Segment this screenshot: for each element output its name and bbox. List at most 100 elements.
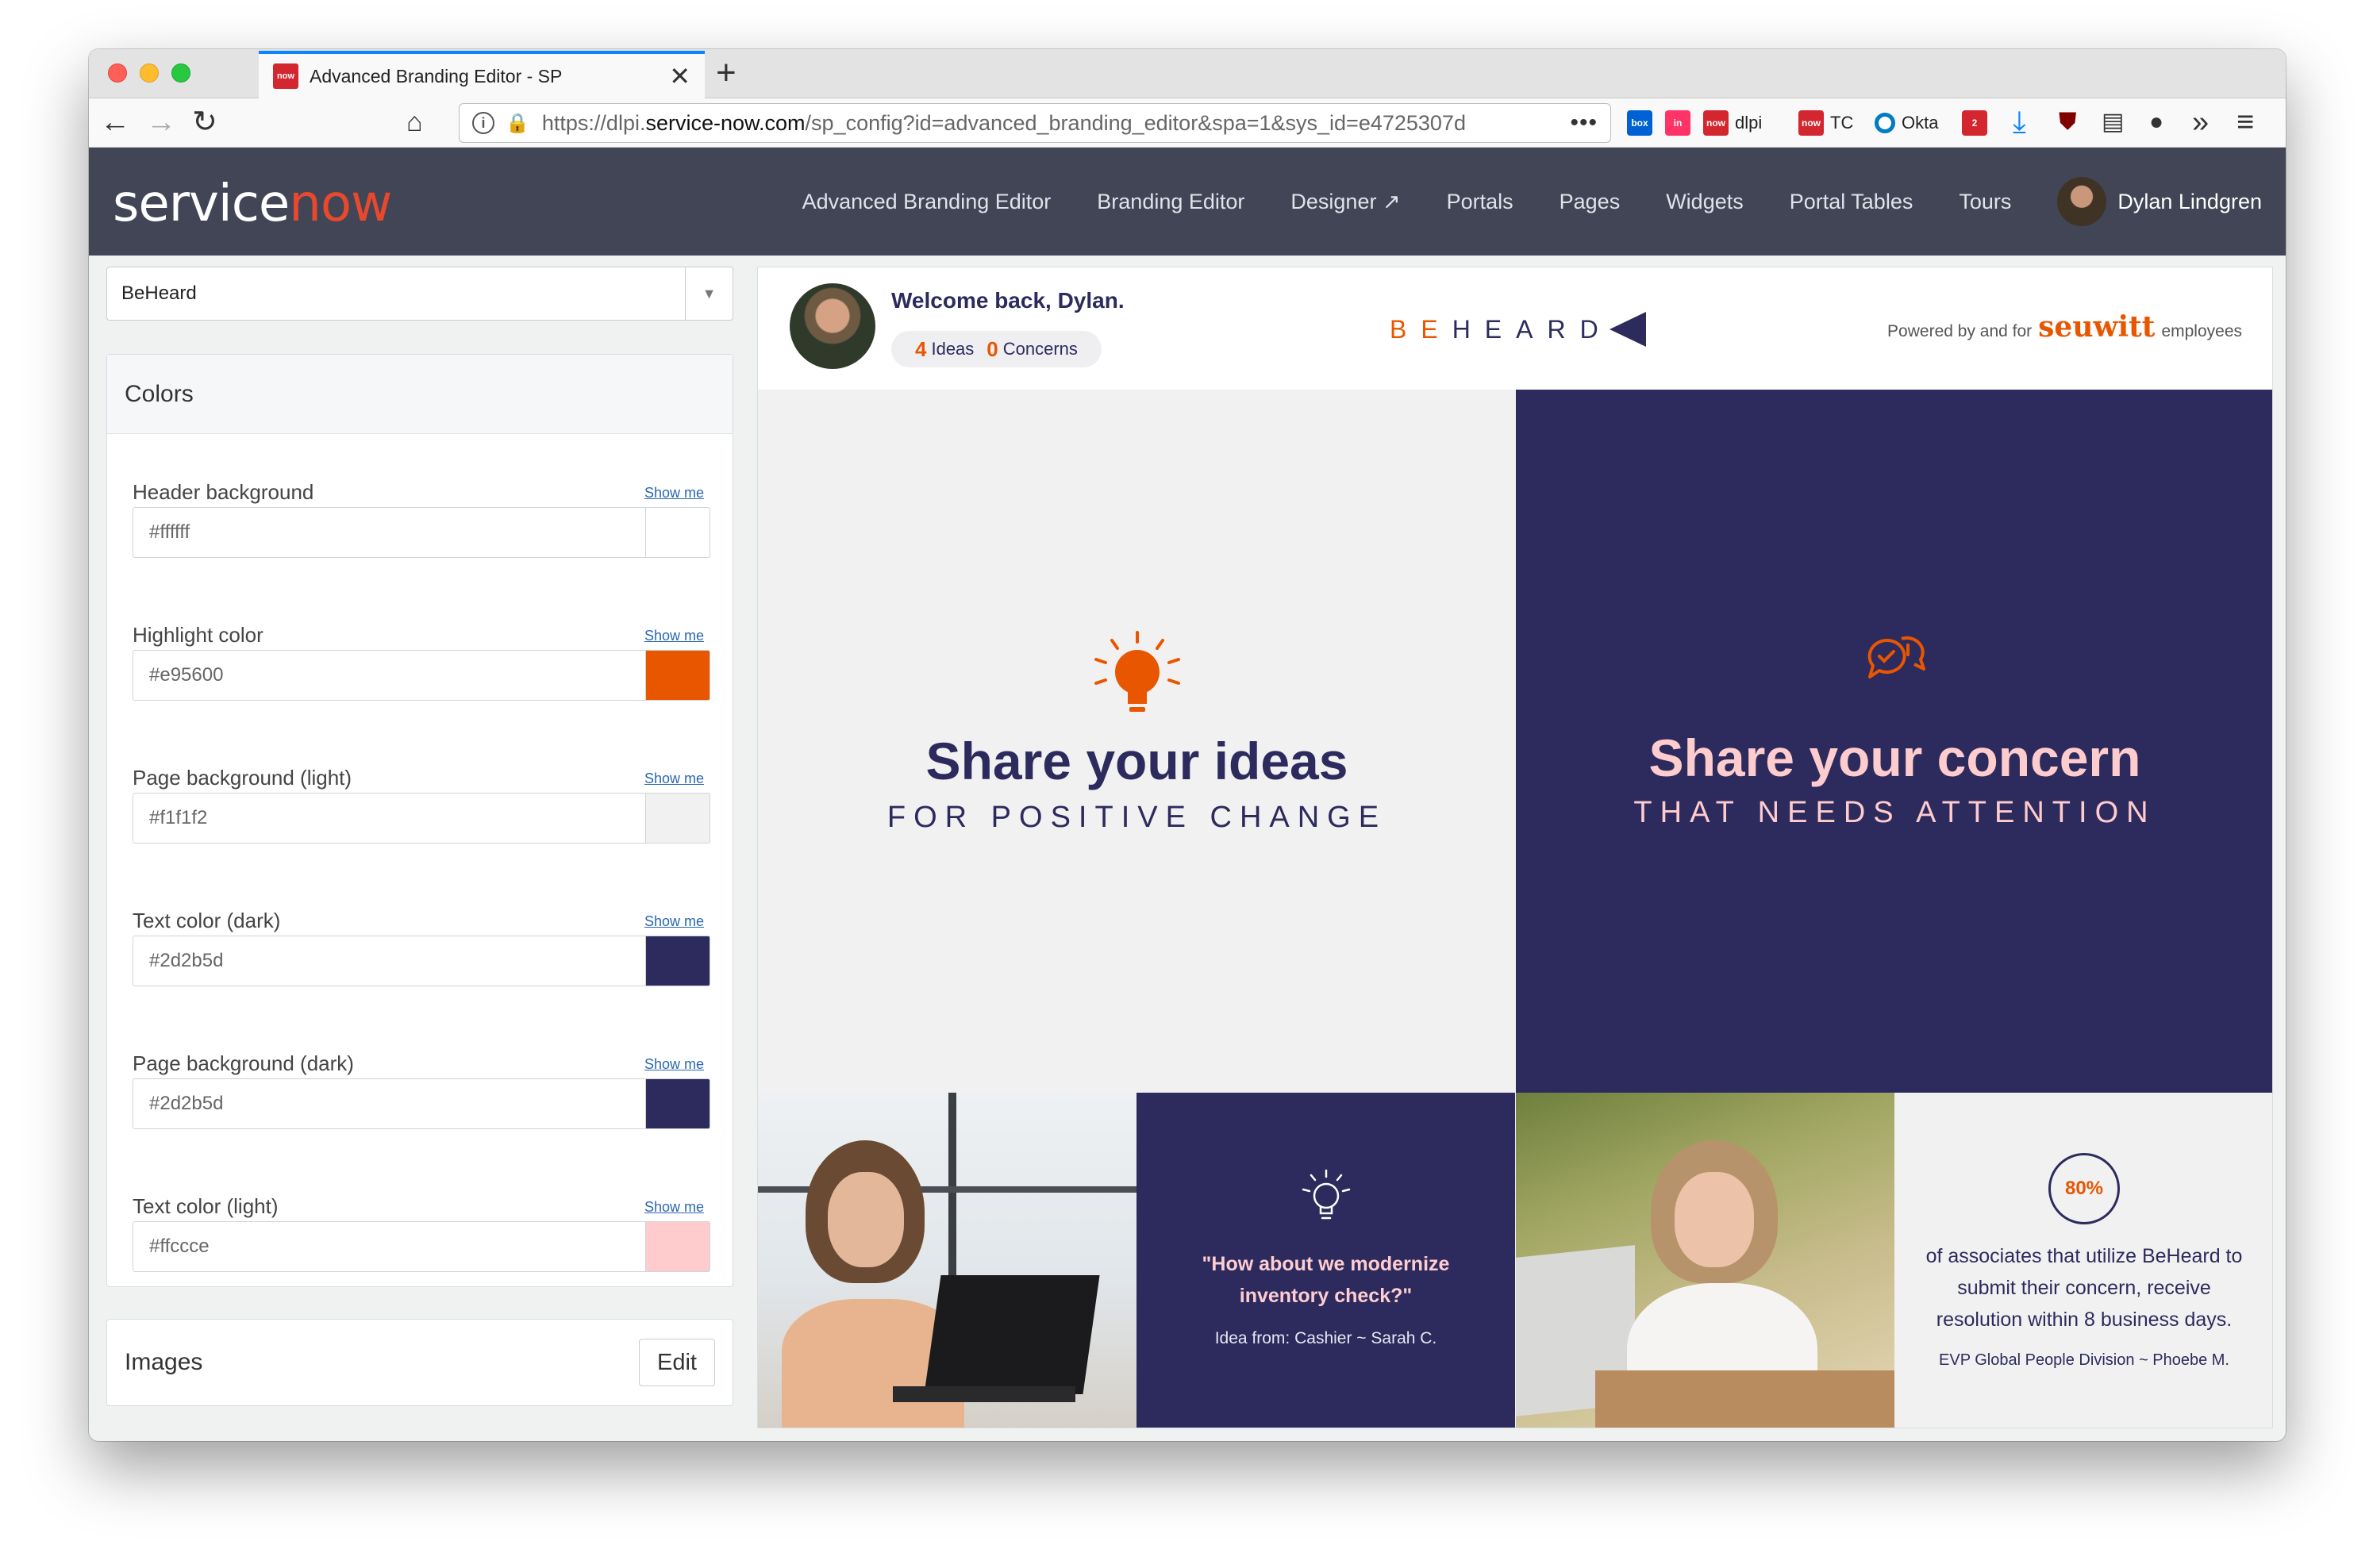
color-label: Highlight color <box>133 623 263 647</box>
show-me-link[interactable]: Show me <box>644 913 704 930</box>
address-bar[interactable]: i 🔒 https://dlpi.service-now.com/sp_conf… <box>459 103 1611 143</box>
close-window-button[interactable] <box>108 63 127 83</box>
servicenow-icon: now <box>1798 110 1824 136</box>
color-label: Text color (light) <box>133 1194 279 1218</box>
color-label: Header background <box>133 480 314 504</box>
show-me-link[interactable]: Show me <box>644 485 704 502</box>
tab-title: Advanced Branding Editor - SP <box>310 65 563 86</box>
tc-bookmark[interactable]: now TC <box>1798 108 1853 138</box>
stat-source: EVP Global People Division ~ Phoebe M. <box>1939 1351 2229 1369</box>
color-value: #ffccce <box>149 1236 210 1257</box>
color-input[interactable]: #2d2b5d <box>133 936 710 986</box>
stat-ring: 80% <box>2048 1153 2120 1224</box>
url-text[interactable]: https://dlpi.service-now.com/sp_config?i… <box>542 111 1558 136</box>
powered-by: Powered by and for seuwitt employees <box>1887 310 2242 344</box>
okta-bookmark[interactable]: Okta <box>1875 108 1938 138</box>
color-swatch[interactable] <box>645 650 710 701</box>
forward-arrow-icon[interactable]: → <box>146 106 176 138</box>
photo-woman-writing <box>1516 1093 1894 1428</box>
idea-quote-tile[interactable]: "How about we modernize inventory check?… <box>1137 1093 1515 1428</box>
photo-woman-laptop <box>758 1093 1137 1428</box>
user-name: Dylan Lindgren <box>2117 189 2262 213</box>
show-me-link[interactable]: Show me <box>644 628 704 644</box>
edit-images-button[interactable]: Edit <box>639 1339 715 1386</box>
color-label: Page background (dark) <box>133 1051 354 1075</box>
color-input[interactable]: #2d2b5d <box>133 1078 710 1129</box>
servicenow-favicon-icon: now <box>273 63 298 89</box>
share-concern-card[interactable]: Share your concern THAT NEEDS ATTENTION <box>1516 390 2272 1093</box>
ideas-label: Ideas <box>931 339 975 359</box>
box-extension[interactable]: box <box>1627 108 1659 138</box>
back-arrow-icon[interactable]: ← <box>100 106 130 138</box>
color-input[interactable]: #ffffff <box>133 507 710 558</box>
caret-down-icon[interactable]: ▼ <box>685 267 733 320</box>
servicenow-icon: now <box>1703 110 1729 136</box>
idea-quote-author: Idea from: Cashier ~ Sarah C. <box>1214 1329 1437 1347</box>
color-input[interactable]: #f1f1f2 <box>133 793 710 844</box>
servicenow-header: servicenow Advanced Branding Editor Bran… <box>89 148 2286 256</box>
megaphone-icon <box>1609 312 1646 347</box>
home-icon[interactable]: ⌂ <box>406 106 423 138</box>
servicenow-nav: Advanced Branding Editor Branding Editor… <box>756 148 2262 256</box>
color-value: #2d2b5d <box>149 950 224 971</box>
reload-icon[interactable]: ↻ <box>192 106 217 138</box>
show-me-link[interactable]: Show me <box>644 1056 704 1073</box>
invision-extension[interactable]: in <box>1665 108 1697 138</box>
nav-pages[interactable]: Pages <box>1560 190 1621 214</box>
nav-designer[interactable]: Designer ↗ <box>1290 190 1400 214</box>
stat-tile[interactable]: 80% of associates that utilize BeHeard t… <box>1894 1093 2272 1428</box>
browser-tab-active[interactable]: now Advanced Branding Editor - SP ✕ <box>259 51 705 98</box>
portal-select[interactable]: BeHeard ▼ <box>106 267 733 321</box>
download-icon[interactable]: ⤓ <box>2013 106 2026 138</box>
menu-icon[interactable]: ≡ <box>2236 106 2254 138</box>
nav-widgets[interactable]: Widgets <box>1666 190 1744 214</box>
extension-b-icon[interactable]: ● <box>2149 106 2163 138</box>
minimize-window-button[interactable] <box>140 63 159 83</box>
color-swatch[interactable] <box>645 793 710 844</box>
stat-text: of associates that utilize BeHeard to su… <box>1925 1245 2243 1331</box>
close-tab-icon[interactable]: ✕ <box>669 61 690 91</box>
page-actions-icon[interactable]: ••• <box>1570 110 1598 136</box>
nav-tours[interactable]: Tours <box>1959 190 2011 214</box>
color-input[interactable]: #ffccce <box>133 1221 710 1272</box>
reader-view-icon[interactable]: ▤ <box>2102 106 2124 138</box>
nav-branding-editor[interactable]: Branding Editor <box>1097 190 1244 214</box>
color-input[interactable]: #e95600 <box>133 650 710 701</box>
nav-portals[interactable]: Portals <box>1447 190 1513 214</box>
overflow-chevron-icon[interactable]: » <box>2192 106 2209 138</box>
seuwitt-logo: seuwitt <box>2038 310 2156 344</box>
new-tab-button[interactable]: + <box>716 54 737 92</box>
tab-strip: now Advanced Branding Editor - SP ✕ + <box>89 49 2286 98</box>
servicenow-logo[interactable]: servicenow <box>113 175 392 233</box>
nav-portal-tables[interactable]: Portal Tables <box>1790 190 1913 214</box>
badge-icon: 2 <box>1962 110 1987 136</box>
user-stats-pill[interactable]: 4 Ideas 0 Concerns <box>891 331 1102 367</box>
color-swatch[interactable] <box>645 936 710 986</box>
beheard-logo[interactable]: BE HEARD <box>1390 312 1646 347</box>
avatar <box>2057 177 2107 226</box>
colors-panel-title: Colors <box>107 355 733 434</box>
notifications-extension[interactable]: 2 <box>1962 108 1994 138</box>
color-value: #f1f1f2 <box>149 807 208 828</box>
show-me-link[interactable]: Show me <box>644 1199 704 1216</box>
ublock-icon[interactable]: ⛊ <box>2059 106 2077 138</box>
zoom-window-button[interactable] <box>171 63 190 83</box>
show-me-link[interactable]: Show me <box>644 771 704 787</box>
color-swatch[interactable] <box>645 1221 710 1272</box>
portal-select-value: BeHeard <box>121 282 197 304</box>
color-value: #2d2b5d <box>149 1093 224 1114</box>
color-value: #e95600 <box>149 664 224 686</box>
dlpi-bookmark[interactable]: now dlpi <box>1703 108 1762 138</box>
share-ideas-subtitle: FOR POSITIVE CHANGE <box>887 801 1387 834</box>
nav-advanced-branding-editor[interactable]: Advanced Branding Editor <box>802 190 1052 214</box>
user-menu[interactable]: Dylan Lindgren <box>2057 177 2262 226</box>
share-ideas-card[interactable]: Share your ideas FOR POSITIVE CHANGE <box>758 390 1516 1093</box>
color-swatch[interactable] <box>645 1078 710 1129</box>
color-label: Text color (dark) <box>133 909 281 932</box>
color-swatch[interactable] <box>645 507 710 558</box>
color-value: #ffffff <box>149 521 190 543</box>
idea-quote: "How about we modernize inventory check?… <box>1202 1253 1450 1307</box>
share-concern-title: Share your concern <box>1648 728 2141 787</box>
lightbulb-outline-icon <box>1302 1169 1351 1220</box>
site-info-icon[interactable]: i <box>472 112 494 134</box>
